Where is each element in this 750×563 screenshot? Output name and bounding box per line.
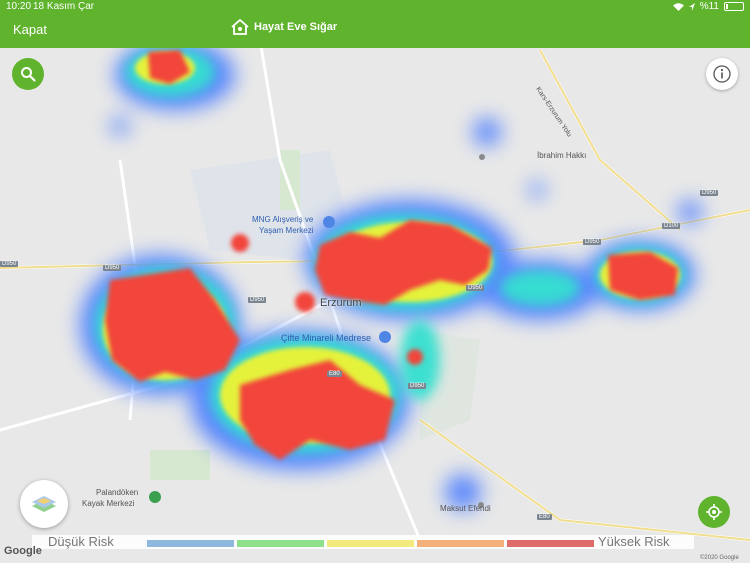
status-bar: 10:20 18 Kasım Çar %11 (0, 0, 750, 14)
crosshair-icon (706, 504, 722, 520)
road-tag: E80 (327, 371, 342, 377)
battery-icon (724, 2, 744, 11)
map-base (0, 0, 750, 563)
ibrahim-hakki-label: İbrahim Hakkı (537, 151, 587, 160)
mall-label-line1: MNG Alışveriş ve (252, 215, 314, 224)
road-tag: D950 (103, 265, 122, 271)
status-date: 18 Kasım Çar (33, 1, 95, 12)
road-tag: D950 (0, 261, 19, 267)
legend-swatch (507, 540, 594, 547)
battery-percent: %11 (699, 1, 719, 12)
road-tag: D950 (466, 285, 485, 291)
map-layers-icon (32, 496, 56, 512)
location-arrow-icon (688, 2, 695, 11)
app-title: Hayat Eve Sığar (254, 21, 338, 33)
city-label: Erzurum (320, 297, 362, 309)
close-button[interactable]: Kapat (13, 22, 47, 37)
app-header: 10:20 18 Kasım Çar %11 Kapat Hayat Eve S… (0, 0, 750, 48)
road-tag: D950 (408, 383, 427, 389)
status-time: 10:20 (6, 1, 32, 12)
mall-label-line2: Yaşam Merkezi (259, 226, 314, 235)
status-indicators: %11 (672, 1, 744, 12)
house-logo-icon (231, 18, 249, 35)
heatmap-map[interactable]: Erzurum MNG Alışveriş ve Yaşam Merkezi Ç… (0, 0, 750, 563)
legend-swatch (327, 540, 414, 547)
map-layers-button[interactable] (20, 480, 68, 528)
search-button[interactable] (12, 58, 44, 90)
madrasa-label: Çifte Minareli Medrese (281, 333, 372, 343)
ski-label-line2: Kayak Merkezi (82, 499, 135, 508)
my-location-button[interactable] (698, 496, 730, 528)
road-tag: D950 (248, 297, 267, 303)
ski-label-line1: Palandöken (96, 488, 139, 497)
map-copyright: ©2020 Google (700, 555, 739, 561)
legend-swatch (417, 540, 504, 547)
legend-swatch (147, 540, 234, 547)
legend-swatch (237, 540, 324, 547)
legend-high-label: Yüksek Risk (598, 534, 670, 549)
road-tag: D100 (662, 223, 681, 229)
search-icon (21, 67, 36, 82)
road-tag: D950 (700, 190, 719, 196)
maksut-efendi-label: Maksut Efendi (440, 504, 491, 513)
google-logo: Google (4, 545, 42, 557)
legend-low-label: Düşük Risk (48, 534, 114, 549)
info-button[interactable] (706, 58, 738, 90)
road-tag: E80 (537, 514, 552, 520)
road-tag: D950 (583, 239, 602, 245)
app-brand: Hayat Eve Sığar (230, 18, 337, 36)
wifi-icon (672, 2, 684, 11)
info-icon (713, 65, 731, 83)
